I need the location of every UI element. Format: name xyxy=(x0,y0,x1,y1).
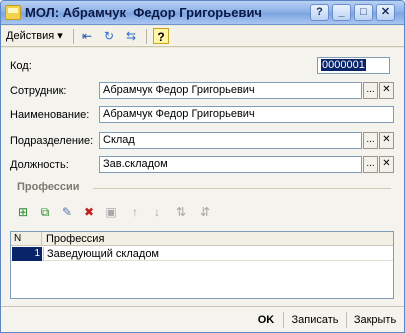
sort-descending-icon[interactable]: ⇵ xyxy=(197,204,213,220)
toolbar-separator xyxy=(146,29,147,44)
actions-menu[interactable]: Действия ▾ xyxy=(6,29,63,42)
edit-row-icon[interactable]: ✎ xyxy=(59,204,75,220)
toolbar-separator xyxy=(73,29,74,44)
department-label: Подразделение: xyxy=(10,135,94,147)
end-edit-icon[interactable]: ▣ xyxy=(103,204,119,220)
close-window-button[interactable]: ✕ xyxy=(376,4,395,21)
position-clear-button[interactable]: ✕ xyxy=(379,156,394,173)
employee-label: Сотрудник: xyxy=(10,85,67,97)
button-separator xyxy=(346,312,347,328)
section-divider xyxy=(93,188,391,189)
window-icon xyxy=(5,5,21,20)
code-field[interactable]: 0000001 xyxy=(317,57,390,74)
table-row[interactable]: 1 Заведующий складом xyxy=(11,247,393,261)
move-up-icon[interactable]: ↑ xyxy=(127,204,143,220)
position-label: Должность: xyxy=(10,159,69,171)
form-buttons-bar: OK Записать Закрыть xyxy=(1,306,404,332)
sort-ascending-icon[interactable]: ⇅ xyxy=(173,204,189,220)
save-button[interactable]: Записать xyxy=(287,312,343,328)
help-title-button[interactable]: ? xyxy=(310,4,329,21)
close-button[interactable]: Закрыть xyxy=(350,312,400,328)
name-field[interactable]: Абрамчук Федор Григорьевич xyxy=(99,106,394,123)
professions-table[interactable]: N Профессия 1 Заведующий складом xyxy=(10,231,394,299)
employee-clear-button[interactable]: ✕ xyxy=(379,82,394,99)
help-icon[interactable]: ? xyxy=(153,28,169,44)
refresh-icon[interactable]: ↻ xyxy=(101,28,117,44)
add-row-icon[interactable]: ⊞ xyxy=(15,204,31,220)
name-label: Наименование: xyxy=(10,109,90,121)
copy-row-icon[interactable]: ⧉ xyxy=(37,204,53,220)
table-header: N Профессия xyxy=(11,232,393,246)
row-number-cell[interactable]: 1 xyxy=(12,247,42,261)
move-down-icon[interactable]: ↓ xyxy=(149,204,165,220)
employee-field[interactable]: Абрамчук Федор Григорьевич xyxy=(99,82,362,99)
catalog-item-window: МОЛ: Абрамчук Федор Григорьевич ? _ □ ✕ … xyxy=(0,0,405,333)
position-select-button[interactable]: ... xyxy=(363,156,378,173)
maximize-button[interactable]: □ xyxy=(354,4,373,21)
ok-button[interactable]: OK xyxy=(253,312,279,328)
employee-select-button[interactable]: ... xyxy=(363,82,378,99)
column-header-profession[interactable]: Профессия xyxy=(43,232,104,246)
button-separator xyxy=(283,312,284,328)
code-value: 0000001 xyxy=(321,59,366,71)
profession-cell[interactable]: Заведующий складом xyxy=(43,247,159,261)
column-header-n[interactable]: N xyxy=(12,232,42,246)
form-toolbar: Действия ▾ ⇤ ↻ ⇆ ? xyxy=(1,26,404,47)
delete-row-icon[interactable]: ✖ xyxy=(81,204,97,220)
navigate-icon[interactable]: ⇤ xyxy=(79,28,95,44)
code-label: Код: xyxy=(10,60,32,72)
minimize-button[interactable]: _ xyxy=(332,4,351,21)
professions-section-title: Профессии xyxy=(17,181,80,193)
department-select-button[interactable]: ... xyxy=(363,132,378,149)
department-clear-button[interactable]: ✕ xyxy=(379,132,394,149)
department-field[interactable]: Склад xyxy=(99,132,362,149)
form-content: Код: 0000001 Сотрудник: Абрамчук Федор Г… xyxy=(1,48,404,306)
window-title: МОЛ: Абрамчук Федор Григорьевич xyxy=(25,5,262,20)
title-bar[interactable]: МОЛ: Абрамчук Федор Григорьевич ? _ □ ✕ xyxy=(1,1,404,25)
position-field[interactable]: Зав.складом xyxy=(99,156,362,173)
structure-icon[interactable]: ⇆ xyxy=(123,28,139,44)
